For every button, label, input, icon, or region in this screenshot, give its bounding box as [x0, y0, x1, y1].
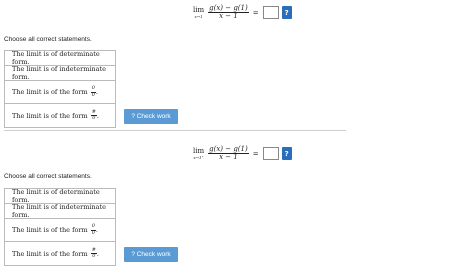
option-indeterminate[interactable]: The limit is of indeterminate form. — [5, 203, 115, 219]
option-zero-over-zero[interactable]: The limit is of the form 0 0 . — [5, 81, 115, 104]
option-label: The limit is of indeterminate form. — [12, 65, 106, 81]
option-determinate[interactable]: The limit is of determinate form. — [5, 188, 115, 204]
lim-subscript: x→1⁺ — [193, 154, 204, 160]
option-label: The limit is of the form — [12, 226, 88, 234]
denominator: x − 1 — [219, 12, 238, 21]
problem-1: lim x→1 g(x) − g(1) x − 1 = ? Choose all… — [0, 0, 474, 130]
denominator: x − 1 — [219, 153, 238, 162]
option-determinate[interactable]: The limit is of determinate form. — [5, 50, 115, 66]
lim-subscript: x→1 — [194, 13, 203, 19]
difference-quotient: g(x) − g(1) x − 1 — [208, 145, 249, 162]
check-work-button[interactable]: ? Check work — [124, 247, 178, 262]
check-work-button[interactable]: ? Check work — [124, 109, 178, 124]
lim-word: lim — [193, 146, 205, 155]
option-zero-over-zero[interactable]: The limit is of the form 0 0 . — [5, 219, 115, 242]
options-list: The limit is of determinate form. The li… — [4, 188, 116, 266]
equals-sign: = — [252, 149, 259, 158]
answer-input[interactable] — [262, 6, 279, 20]
difference-quotient: g(x) − g(1) x − 1 — [208, 4, 249, 21]
frac-den: 0 — [92, 115, 96, 121]
frac-den: 0 — [92, 253, 96, 259]
limit-operator: lim x→1 — [193, 5, 205, 19]
option-label: The limit is of the form — [12, 249, 88, 258]
option-label: The limit is of determinate form. — [12, 188, 100, 204]
section-divider — [4, 130, 346, 131]
frac-den: 0 — [91, 229, 95, 236]
answer-input[interactable] — [262, 147, 279, 161]
limit-operator: lim x→1⁺ — [193, 146, 205, 160]
option-number-over-zero[interactable]: The limit is of the form # 0 . — [5, 242, 115, 265]
frac-den: 0 — [91, 91, 95, 98]
problem-2: lim x→1⁺ g(x) − g(1) x − 1 = ? Choose al… — [0, 139, 474, 268]
prompt-text: Choose all correct statements. — [4, 36, 92, 43]
lim-word: lim — [193, 5, 205, 14]
help-button[interactable]: ? — [281, 6, 292, 20]
prompt-text: Choose all correct statements. — [4, 173, 92, 180]
option-label: The limit is of the form — [12, 111, 88, 120]
equals-sign: = — [252, 8, 259, 17]
limit-expression: lim x→1 g(x) − g(1) x − 1 = ? — [193, 4, 292, 21]
option-label: The limit is of indeterminate form. — [12, 203, 106, 219]
help-button[interactable]: ? — [281, 147, 292, 161]
option-label: The limit is of determinate form. — [12, 50, 100, 66]
option-number-over-zero[interactable]: The limit is of the form # 0 . — [5, 104, 115, 127]
limit-expression: lim x→1⁺ g(x) − g(1) x − 1 = ? — [193, 145, 292, 162]
option-indeterminate[interactable]: The limit is of indeterminate form. — [5, 65, 115, 81]
options-list: The limit is of determinate form. The li… — [4, 50, 116, 128]
option-label: The limit is of the form — [12, 88, 88, 96]
